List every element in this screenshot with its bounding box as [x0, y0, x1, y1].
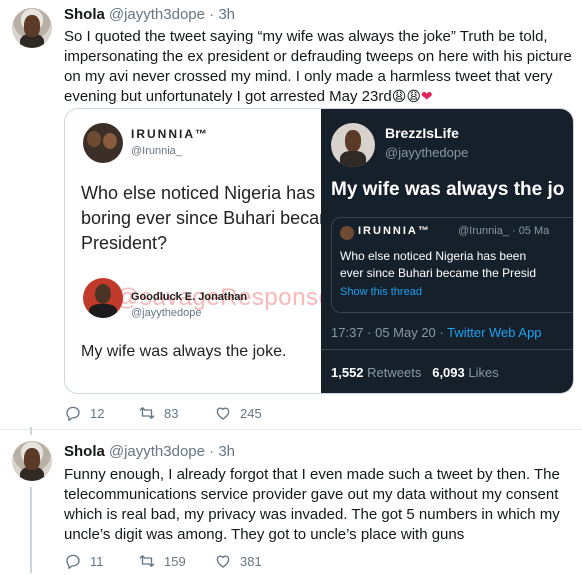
like-icon: [216, 407, 230, 420]
screenshot-author-name: IRUNNIA™: [131, 127, 209, 141]
screenshot-tweet-text: My wife was always the jo: [331, 179, 565, 200]
quoted-tweet: IRUNNIA™ @Irunnia_ · 05 Ma Who else noti…: [331, 217, 573, 313]
tweet-image[interactable]: IRUNNIA™ @Irunnia_ Who else noticed Nige…: [64, 108, 574, 394]
thread-line: [30, 427, 32, 435]
reply-count: 12: [90, 405, 105, 421]
retweet-icon: [139, 555, 155, 567]
weary-face-emoji: 😩: [406, 88, 421, 104]
author-handle[interactable]: @jayyth3dope · 3h: [109, 6, 235, 23]
reply-button[interactable]: 11: [64, 552, 104, 570]
author-name[interactable]: Shola: [64, 443, 105, 460]
retweet-button[interactable]: 159: [138, 552, 186, 570]
tweet-time[interactable]: 3h: [218, 6, 235, 23]
screenshot-tweet-text: Who else noticed Nigeria has be boring e…: [81, 183, 321, 253]
reply-icon: [66, 554, 80, 569]
screenshot-timestamp: 17:37 · 05 May 20 · Twitter Web App: [331, 325, 542, 340]
tweet-text: Funny enough, I already forgot that I ev…: [64, 466, 560, 543]
screenshot-stats: 1,552 Retweets 6,093 Likes: [331, 365, 499, 380]
avatar: [340, 226, 354, 240]
quoted-author-handle: @Irunnia_ · 05 Ma: [458, 225, 550, 237]
reply-button[interactable]: 12: [64, 404, 104, 422]
thread-line: [30, 487, 32, 573]
quoted-text: Who else noticed Nigeria has been ever s…: [340, 249, 537, 280]
tweet-header: Shola @jayyth3dope · 3h: [64, 6, 235, 24]
screenshot-dark-tweet: BrezzIsLife @jayythedope My wife was alw…: [321, 109, 573, 393]
quoted-author-name: IRUNNIA™: [358, 225, 431, 237]
screenshot-author-handle: @jayythedope: [385, 145, 469, 160]
avatar: [83, 123, 123, 163]
screenshot-author-handle: @Irunnia_: [131, 145, 182, 157]
tweet[interactable]: Shola @jayyth3dope · 3h Funny enough, I a…: [0, 427, 582, 575]
show-thread-link: Show this thread: [340, 286, 422, 298]
author-name[interactable]: Shola: [64, 6, 105, 23]
retweet-icon: [139, 407, 155, 419]
like-count: 245: [240, 405, 262, 421]
like-icon: [216, 555, 230, 568]
avatar[interactable]: [12, 8, 52, 48]
screenshot-reply-handle: @jayythedope: [131, 307, 202, 319]
screenshot-author-name: BrezzIsLife: [385, 125, 459, 141]
reply-count: 11: [90, 553, 104, 569]
tweet-header: Shola @jayyth3dope · 3h: [64, 443, 235, 461]
like-button[interactable]: 245: [214, 404, 262, 422]
screenshot-light-tweet: IRUNNIA™ @Irunnia_ Who else noticed Nige…: [65, 109, 321, 393]
avatar: [83, 278, 123, 318]
tweet[interactable]: Shola @jayyth3dope · 3h So I quoted the t…: [0, 0, 582, 430]
reply-icon: [66, 406, 80, 421]
retweet-count: 159: [164, 553, 186, 569]
screenshot-reply-name: Goodluck E. Jonathan: [131, 291, 248, 303]
avatar: [331, 123, 375, 167]
red-heart-emoji: ❤: [420, 88, 433, 104]
like-button[interactable]: 381: [214, 552, 262, 570]
retweet-count: 83: [164, 405, 179, 421]
avatar[interactable]: [12, 441, 52, 481]
like-count: 381: [240, 553, 262, 569]
weary-face-emoji: 😩: [391, 88, 407, 104]
tweet-time[interactable]: 3h: [218, 443, 235, 460]
tweet-text: So I quoted the tweet saying “my wife wa…: [64, 28, 572, 105]
divider: [321, 349, 573, 350]
retweet-button[interactable]: 83: [138, 404, 178, 422]
author-handle[interactable]: @jayyth3dope · 3h: [109, 443, 235, 460]
screenshot-reply-text: My wife was always the joke.: [81, 343, 287, 360]
